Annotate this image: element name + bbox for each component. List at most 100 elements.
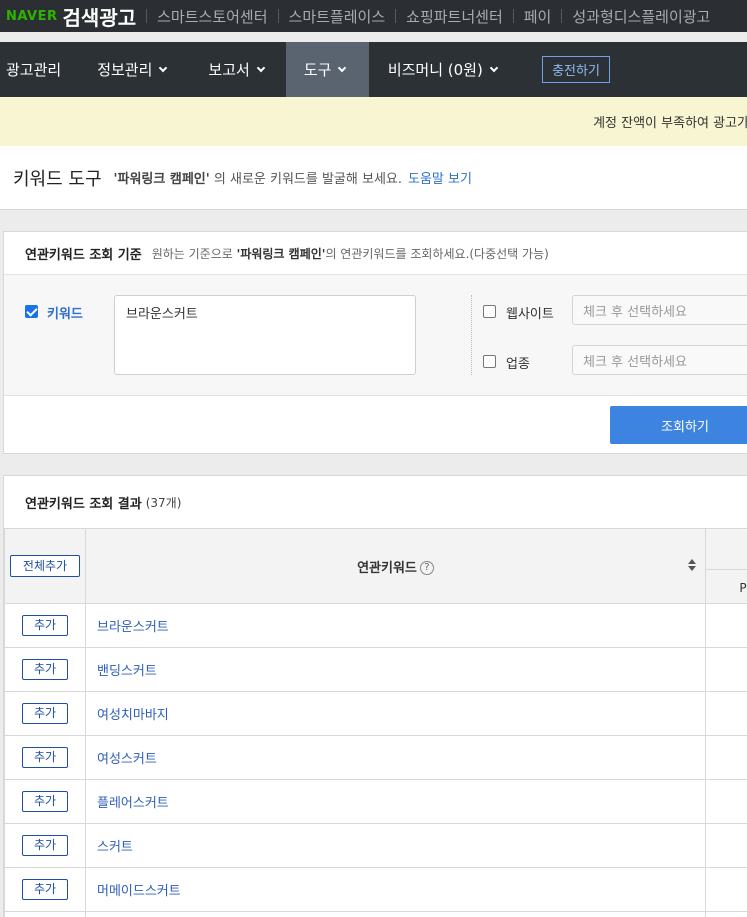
add-cell: 추가 (4, 867, 86, 912)
criteria-desc-prefix: 원하는 기준으로 (151, 246, 233, 261)
keyword-cell[interactable]: 여성치마바지 (85, 691, 706, 736)
industry-checkbox[interactable] (483, 355, 496, 368)
keyword-cell[interactable]: 플레어스커트 (85, 779, 706, 824)
criteria-header: 연관키워드 조회 기준 원하는 기준으로 '파워링크 캠페인'의 연관키워드를 … (4, 232, 747, 275)
criteria-description: 원하는 기준으로 '파워링크 캠페인'의 연관키워드를 조회하세요.(다중선택 … (152, 245, 549, 262)
campaign-name: '파워링크 캠페인' (113, 172, 210, 187)
nav-label: 광고관리 (6, 61, 62, 79)
nav-tools[interactable]: 도구 (285, 42, 369, 97)
website-checkbox[interactable] (483, 305, 496, 318)
description-text: 의 새로운 키워드를 발굴해 보세요. (213, 172, 402, 187)
metrics-sub-header: P (706, 569, 747, 604)
keyword-cell[interactable]: 브라운스커트 (85, 603, 706, 648)
top-link-pay[interactable]: 페이 (503, 6, 552, 27)
chevron-down-icon (256, 63, 266, 72)
add-keyword-button[interactable]: 추가 (22, 659, 68, 680)
table-row (4, 911, 747, 917)
results-count: (37개) (145, 495, 182, 510)
add-cell: 추가 (4, 735, 86, 780)
criteria-panel: 연관키워드 조회 기준 원하는 기준으로 '파워링크 캠페인'의 연관키워드를 … (3, 231, 747, 454)
page-header: 키워드 도구 '파워링크 캠페인' 의 새로운 키워드를 발굴해 보세요. 도움… (0, 146, 747, 210)
metrics-cell (705, 779, 747, 824)
table-row: 추가 브라운스커트 (4, 603, 747, 648)
metrics-cell (705, 603, 747, 648)
page-description: '파워링크 캠페인' 의 새로운 키워드를 발굴해 보세요. (114, 168, 402, 187)
divider (471, 295, 472, 375)
add-column-header: 전체추가 (4, 528, 86, 604)
metrics-column-header: P (705, 528, 747, 604)
add-keyword-button[interactable]: 추가 (22, 703, 68, 724)
nav-label: 비즈머니 (0원) (387, 61, 483, 79)
keyword-column-label: 연관키워드 (357, 560, 417, 576)
top-link-display-ads[interactable]: 성과형디스플레이광고 (551, 6, 710, 27)
sort-icon[interactable] (688, 559, 696, 573)
criteria-desc-suffix: 의 연관키워드를 조회하세요.(다중선택 가능) (325, 246, 549, 261)
add-keyword-button[interactable]: 추가 (22, 835, 68, 856)
add-cell: 추가 (4, 603, 86, 648)
keyword-cell[interactable]: 여성스커트 (85, 735, 706, 780)
add-keyword-button[interactable]: 추가 (22, 615, 68, 636)
nav-reports[interactable]: 보고서 (186, 42, 285, 97)
top-link-smartplace[interactable]: 스마트플레이스 (268, 6, 386, 27)
nav-info-management[interactable]: 정보관리 (93, 42, 186, 97)
metrics-cell (705, 691, 747, 736)
separator (146, 9, 148, 23)
criteria-title: 연관키워드 조회 기준 (25, 247, 142, 263)
chevron-down-icon (159, 63, 168, 72)
keyword-cell[interactable]: 스커트 (85, 823, 706, 868)
table-header-row: 전체추가 연관키워드? P (4, 528, 747, 604)
top-link-smartstore[interactable]: 스마트스토어센터 (136, 6, 268, 27)
balance-notice: 계정 잔액이 부족하여 광고가 (0, 97, 747, 146)
top-link-shopping-partner[interactable]: 쇼핑파트너센터 (385, 6, 503, 27)
search-button[interactable]: 조회하기 (610, 406, 747, 444)
metrics-cell (705, 911, 747, 917)
keyword-textarea[interactable]: 브라운스커트 (114, 295, 416, 375)
nav-ad-management[interactable]: 광고관리 (0, 42, 93, 97)
main-nav: 광고관리 정보관리 보고서 도구 비즈머니 (0원) 충전하기 (0, 42, 747, 97)
help-link[interactable]: 도움말 보기 (408, 168, 472, 187)
website-select[interactable]: 체크 후 선택하세요 (572, 295, 747, 325)
website-label: 웹사이트 (506, 307, 554, 322)
separator (561, 9, 563, 23)
separator (512, 9, 514, 23)
criteria-body: 키워드 브라운스커트 웹사이트 체크 후 선택하세요 업종 체크 후 선택하세요 (4, 275, 747, 396)
service-name: 검색광고 (62, 5, 137, 30)
metrics-cell (705, 823, 747, 868)
top-link-label: 페이 (523, 7, 552, 26)
keyword-cell[interactable]: 머메이드스커트 (85, 867, 706, 912)
results-table: 전체추가 연관키워드? P 추가 브라운스커트 추가 밴딩스커트 추가 여성치마바지 추가 여… (4, 528, 747, 917)
add-cell: 추가 (4, 647, 86, 692)
keyword-cell[interactable]: 밴딩스커트 (85, 647, 706, 692)
results-header: 연관키워드 조회 결과 (37개) (4, 476, 747, 528)
add-keyword-button[interactable]: 추가 (22, 791, 68, 812)
add-keyword-button[interactable]: 추가 (22, 747, 68, 768)
help-icon[interactable]: ? (419, 561, 434, 575)
keyword-checkbox[interactable] (25, 305, 38, 318)
page-title: 키워드 도구 (13, 168, 102, 190)
chevron-down-icon (338, 63, 347, 72)
table-row: 추가 머메이드스커트 (4, 867, 747, 912)
add-cell: 추가 (4, 823, 86, 868)
table-row: 추가 여성스커트 (4, 735, 747, 780)
top-link-label: 성과형디스플레이광고 (572, 7, 711, 26)
keyword-column-header[interactable]: 연관키워드? (85, 528, 706, 604)
brand-logo[interactable]: NAVER 검색광고 (0, 2, 136, 31)
top-bar: NAVER 검색광고 스마트스토어센터 스마트플레이스 쇼핑파트너센터 페이 성… (0, 0, 747, 32)
table-row: 추가 밴딩스커트 (4, 647, 747, 692)
charge-button[interactable]: 충전하기 (542, 56, 610, 83)
separator (277, 9, 279, 23)
metrics-cell (705, 735, 747, 780)
industry-select[interactable]: 체크 후 선택하세요 (572, 345, 747, 375)
keyword-cell (85, 911, 706, 917)
table-row: 추가 플레어스커트 (4, 779, 747, 824)
add-keyword-button[interactable]: 추가 (22, 879, 68, 900)
top-link-label: 스마트스토어센터 (157, 7, 268, 26)
nav-bizmoney[interactable]: 비즈머니 (0원) (369, 42, 499, 97)
add-all-button[interactable]: 전체추가 (10, 555, 80, 577)
criteria-campaign: '파워링크 캠페인' (236, 246, 326, 261)
naver-logo: NAVER (6, 8, 58, 24)
table-row: 추가 스커트 (4, 823, 747, 868)
add-cell: 추가 (4, 779, 86, 824)
top-link-label: 스마트플레이스 (288, 7, 386, 26)
nav-label: 정보관리 (97, 61, 153, 79)
